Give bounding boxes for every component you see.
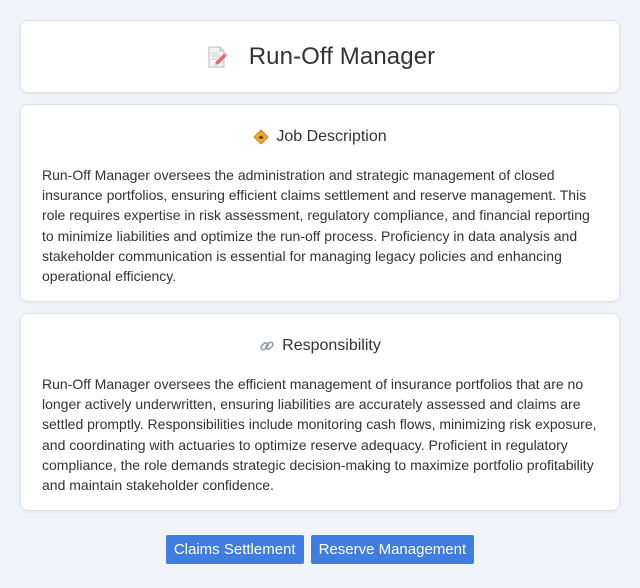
- construction-sign-icon: [253, 129, 269, 145]
- link-icon: [259, 338, 275, 354]
- responsibility-text: Run-Off Manager oversees the efficient m…: [42, 376, 597, 494]
- title-wrap: Run-Off Manager: [205, 43, 435, 71]
- tag-reserve-management[interactable]: Reserve Management: [310, 535, 475, 564]
- job-description-card: Job Description Run-Off Manager oversees…: [20, 104, 620, 302]
- responsibility-title: Responsibility: [282, 337, 381, 354]
- tag-list: Claims Settlement Reserve Management: [0, 535, 640, 564]
- job-description-text: Run-Off Manager oversees the administrat…: [42, 167, 590, 285]
- title-card: Run-Off Manager: [20, 20, 620, 93]
- job-description-header: Job Description: [42, 126, 598, 148]
- tag-claims-settlement[interactable]: Claims Settlement: [165, 535, 304, 564]
- page-title: Run-Off Manager: [248, 42, 436, 70]
- job-description-title: Job Description: [276, 128, 387, 145]
- memo-pencil-icon: [205, 45, 229, 69]
- responsibility-card: Responsibility Run-Off Manager oversees …: [20, 313, 620, 511]
- responsibility-header: Responsibility: [42, 335, 598, 357]
